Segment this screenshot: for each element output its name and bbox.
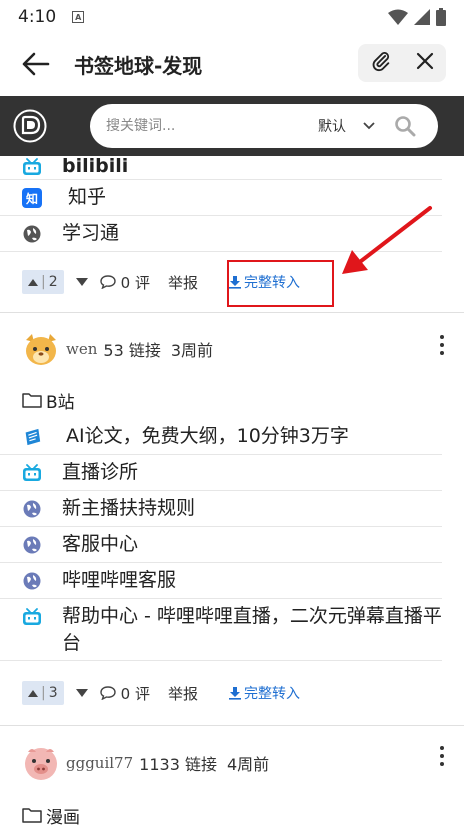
highlight-box bbox=[227, 260, 334, 307]
search-icon bbox=[395, 116, 416, 137]
paperclip-icon bbox=[372, 52, 389, 72]
comment-count: 0 评 bbox=[120, 273, 150, 292]
link-title: AI论文，免费大纲，10分钟3万字 bbox=[66, 425, 349, 447]
comment-count: 0 评 bbox=[120, 684, 150, 703]
chevron-down-icon bbox=[363, 122, 375, 130]
folder-icon bbox=[22, 393, 42, 408]
upvote-button[interactable]: | 2 bbox=[22, 270, 64, 294]
globe-icon bbox=[22, 571, 42, 591]
dot bbox=[440, 335, 444, 339]
search-button[interactable] bbox=[394, 115, 416, 137]
dot bbox=[440, 762, 444, 766]
annotation-arrow-icon bbox=[342, 206, 432, 274]
more-menu-button[interactable] bbox=[438, 335, 446, 355]
post-time: 3周前 bbox=[170, 341, 214, 360]
status-bar: 4:10 A bbox=[0, 0, 464, 34]
comment-icon bbox=[99, 686, 116, 700]
sort-dropdown[interactable] bbox=[362, 121, 376, 131]
link-item[interactable]: 哔哩哔哩客服 bbox=[0, 563, 442, 599]
globe-icon bbox=[22, 535, 42, 555]
globe-icon bbox=[22, 224, 42, 244]
post-username[interactable]: ggguil77 bbox=[66, 754, 133, 772]
comment-icon bbox=[99, 275, 116, 289]
import-button[interactable]: 完整转入 bbox=[228, 683, 300, 703]
link-title: bilibili bbox=[62, 156, 129, 177]
app-logo-icon bbox=[13, 109, 47, 143]
post-link-count: 1133 链接 bbox=[139, 755, 217, 774]
post-username[interactable]: wen bbox=[66, 340, 97, 358]
close-icon bbox=[416, 52, 433, 70]
bilibili-icon bbox=[22, 607, 42, 627]
triangle-up-icon bbox=[28, 689, 38, 697]
paper-icon bbox=[22, 427, 42, 447]
report-button[interactable]: 举报 bbox=[168, 272, 198, 293]
triangle-up-icon bbox=[28, 278, 38, 286]
close-button[interactable] bbox=[415, 51, 435, 75]
link-item[interactable]: bilibili bbox=[0, 156, 442, 180]
link-item[interactable]: 帮助中心 - 哔哩哔哩直播，二次元弹幕直播平台 bbox=[0, 599, 442, 661]
import-label: 完整转入 bbox=[243, 686, 300, 702]
downvote-button[interactable] bbox=[75, 689, 88, 697]
triangle-down-icon bbox=[75, 689, 88, 697]
comment-button[interactable]: 0 评 bbox=[99, 272, 150, 293]
downvote-button[interactable] bbox=[75, 278, 88, 286]
status-icons bbox=[388, 8, 446, 26]
search-box: 默认 bbox=[90, 104, 438, 148]
report-button[interactable]: 举报 bbox=[168, 683, 198, 704]
avatar[interactable] bbox=[22, 744, 60, 782]
link-title: 新主播扶持规则 bbox=[62, 497, 196, 519]
notification-a-icon: A bbox=[72, 11, 85, 23]
bilibili-icon bbox=[22, 463, 42, 483]
status-time: 4:10 bbox=[18, 7, 57, 27]
bilibili-icon bbox=[22, 157, 42, 177]
signal-icon bbox=[414, 9, 430, 25]
folder-icon bbox=[22, 808, 42, 823]
folder-row[interactable]: 漫画 bbox=[0, 800, 464, 826]
link-item[interactable]: 直播诊所 bbox=[0, 455, 442, 491]
link-title: 知乎 bbox=[68, 186, 107, 208]
link-title: 直播诊所 bbox=[62, 461, 139, 483]
page-title: 书签地球-发现 bbox=[74, 53, 203, 78]
link-item[interactable]: AI论文，免费大纲，10分钟3万字 bbox=[0, 419, 442, 455]
vote-count: 2 bbox=[48, 274, 58, 290]
post-header: ggguil77 1133 链接 4周前 bbox=[0, 726, 464, 800]
folder-name: 漫画 bbox=[46, 807, 80, 826]
sort-select[interactable]: 默认 bbox=[318, 116, 346, 136]
zhihu-icon: 知 bbox=[22, 187, 42, 208]
attach-button[interactable] bbox=[370, 50, 392, 76]
arrow-left-icon bbox=[22, 52, 50, 76]
link-title: 学习通 bbox=[62, 222, 120, 244]
link-item[interactable]: 客服中心 bbox=[0, 527, 442, 563]
link-item[interactable]: 新主播扶持规则 bbox=[0, 491, 442, 527]
action-pill bbox=[358, 44, 446, 82]
dot bbox=[440, 754, 444, 758]
post-header: wen 53 链接 3周前 bbox=[0, 313, 464, 385]
folder-name: B站 bbox=[46, 392, 75, 413]
search-input[interactable] bbox=[106, 118, 296, 134]
link-title: 客服中心 bbox=[62, 533, 139, 555]
back-button[interactable] bbox=[10, 38, 62, 90]
dot bbox=[440, 746, 444, 750]
search-bar: 默认 bbox=[0, 96, 464, 156]
post-meta-bar: | 3 0 评 举报 完整转入 bbox=[0, 661, 464, 725]
dot bbox=[440, 343, 444, 347]
triangle-down-icon bbox=[75, 278, 88, 286]
battery-icon bbox=[436, 8, 446, 26]
post-link-count: 53 链接 bbox=[103, 341, 161, 360]
more-menu-button[interactable] bbox=[438, 746, 446, 766]
globe-icon bbox=[22, 499, 42, 519]
upvote-button[interactable]: | 3 bbox=[22, 681, 64, 705]
post-time: 4周前 bbox=[226, 755, 270, 774]
comment-button[interactable]: 0 评 bbox=[99, 683, 150, 704]
link-title: 哔哩哔哩客服 bbox=[62, 569, 177, 591]
svg-text:知: 知 bbox=[25, 191, 38, 206]
folder-row[interactable]: B站 bbox=[0, 385, 464, 415]
app-bar: 书签地球-发现 bbox=[0, 34, 464, 94]
dot bbox=[440, 351, 444, 355]
wifi-icon bbox=[388, 9, 408, 25]
avatar[interactable] bbox=[22, 330, 60, 368]
download-icon bbox=[228, 687, 241, 700]
vote-count: 3 bbox=[48, 685, 58, 701]
link-title: 帮助中心 - 哔哩哔哩直播，二次元弹幕直播平台 bbox=[62, 605, 442, 654]
